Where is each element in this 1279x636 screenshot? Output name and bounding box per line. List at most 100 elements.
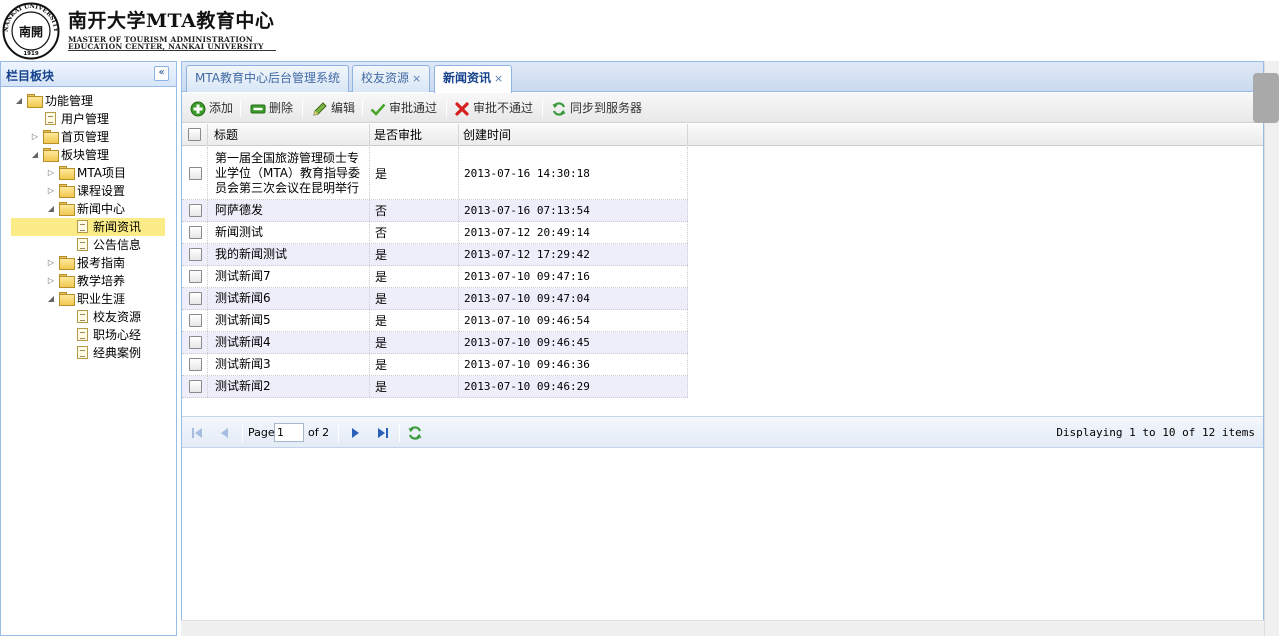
toolbar-separator [302, 99, 303, 117]
table-row[interactable]: 新闻测试否 2013-07-12 20:49:14 [182, 222, 688, 244]
column-header-title[interactable]: 标题 [208, 124, 370, 146]
tree-node[interactable]: ◢ 职业生涯 [1, 290, 176, 308]
table-row[interactable]: 测试新闻5 是 2013-07-10 09:46:54 [182, 310, 688, 332]
delete-button[interactable]: 删除 [250, 98, 293, 118]
reject-button[interactable]: 审批不通过 [454, 98, 533, 118]
university-seal-logo: NANKAI UNIVERSITY 南開 1919 [2, 2, 60, 60]
table-row[interactable]: 第一届全国旅游管理硕士专业学位（MTA）教育指导委员会第三次会议在昆明举行是 20… [182, 147, 688, 200]
cell-created: 2013-07-12 17:29:42 [459, 244, 688, 265]
pagination-summary: Displaying 1 to 10 of 12 items [1056, 426, 1255, 439]
cell-approved: 否 [370, 222, 459, 243]
table-row[interactable]: 测试新闻3 是 2013-07-10 09:46:36 [182, 354, 688, 376]
tree-node[interactable]: 职场心经 [1, 326, 176, 344]
row-checkbox[interactable] [189, 314, 202, 327]
horizontal-scrollbar[interactable] [181, 620, 1264, 636]
folder-open-icon [43, 148, 59, 162]
expand-arrow-icon[interactable]: ◢ [47, 200, 55, 218]
collapse-panel-button[interactable]: « [154, 66, 169, 81]
collapsed-arrow-icon[interactable]: ▷ [47, 164, 55, 182]
collapsed-arrow-icon[interactable]: ▷ [47, 272, 55, 290]
tree-node[interactable]: ▷ MTA项目 [1, 164, 176, 182]
tree-node[interactable]: ◢ 新闻中心 [1, 200, 176, 218]
tree-node[interactable]: 校友资源 [1, 308, 176, 326]
expand-arrow-icon[interactable]: ◢ [15, 92, 23, 110]
tree-node[interactable]: 经典案例 [1, 344, 176, 362]
table-row[interactable]: 测试新闻6 是 2013-07-10 09:47:04 [182, 288, 688, 310]
page-number-input[interactable]: 1 [274, 423, 304, 442]
table-row[interactable]: 测试新闻2 是 2013-07-10 09:46:29 [182, 376, 688, 398]
close-tab-icon[interactable]: × [494, 72, 503, 85]
row-checkbox[interactable] [189, 336, 202, 349]
tab-admin-system[interactable]: MTA教育中心后台管理系统 [186, 65, 349, 92]
collapsed-arrow-icon[interactable]: ▷ [47, 254, 55, 272]
vertical-scrollbar[interactable] [1264, 61, 1279, 636]
folder-open-icon [27, 94, 43, 108]
table-row[interactable]: 测试新闻7 是 2013-07-10 09:47:16 [182, 266, 688, 288]
svg-text:1919: 1919 [23, 51, 38, 57]
tab-news[interactable]: 新闻资讯 × [434, 65, 513, 93]
expand-arrow-icon[interactable]: ◢ [47, 290, 55, 308]
cell-created: 2013-07-10 09:46:54 [459, 310, 688, 331]
next-page-icon[interactable] [347, 425, 363, 441]
refresh-icon[interactable] [407, 425, 423, 441]
tree-node[interactable]: ▷ 教学培养 [1, 272, 176, 290]
tree-node-label: 新闻中心 [77, 202, 126, 216]
tab-alumni-resources[interactable]: 校友资源 × [352, 65, 431, 92]
tree-node[interactable]: ◢ 功能管理 [1, 92, 176, 110]
tree-node-label: 教学培养 [77, 274, 126, 288]
tree-node[interactable]: 新闻资讯 [11, 218, 165, 236]
add-button[interactable]: 添加 [190, 98, 233, 118]
row-checkbox[interactable] [189, 270, 202, 283]
add-icon [190, 101, 206, 116]
row-checkbox[interactable] [189, 204, 202, 217]
cell-created: 2013-07-10 09:46:36 [459, 354, 688, 375]
cell-title: 第一届全国旅游管理硕士专业学位（MTA）教育指导委员会第三次会议在昆明举行 [208, 147, 370, 199]
row-checkbox[interactable] [189, 248, 202, 261]
pagination-bar: Page 1 of 2 Displaying 1 to 10 of 12 ite… [182, 416, 1263, 448]
row-checkbox[interactable] [189, 166, 202, 180]
tree-node-label: 经典案例 [93, 346, 142, 360]
tree-node[interactable]: ▷ 报考指南 [1, 254, 176, 272]
row-checkbox[interactable] [189, 358, 202, 371]
tree-node[interactable]: 公告信息 [1, 236, 176, 254]
row-checkbox[interactable] [189, 292, 202, 305]
tree-node[interactable]: 用户管理 [1, 110, 176, 128]
cell-approved: 否 [370, 200, 459, 221]
pager-separator [399, 424, 400, 442]
expand-arrow-icon[interactable]: ◢ [31, 146, 39, 164]
row-checkbox[interactable] [189, 226, 202, 239]
collapsed-arrow-icon[interactable]: ▷ [47, 182, 55, 200]
approve-button-label: 审批通过 [389, 101, 438, 115]
cell-title: 测试新闻7 [208, 266, 370, 287]
tree-node-label: 课程设置 [77, 184, 126, 198]
column-header-approved[interactable]: 是否审批 [370, 124, 459, 146]
first-page-icon[interactable] [189, 425, 205, 441]
app-subtitle-line2: EDUCATION CENTER, NANKAI UNIVERSITY [68, 42, 264, 51]
previous-page-icon[interactable] [217, 425, 233, 441]
tree-node[interactable]: ▷ 课程设置 [1, 182, 176, 200]
side-tab-handle[interactable] [1253, 73, 1279, 123]
row-select-cell [182, 266, 208, 287]
cell-approved: 是 [370, 354, 459, 375]
close-tab-icon[interactable]: × [412, 72, 421, 85]
cell-created: 2013-07-10 09:46:45 [459, 332, 688, 353]
table-row[interactable]: 阿萨德发否 2013-07-16 07:13:54 [182, 200, 688, 222]
table-row[interactable]: 测试新闻4 是 2013-07-10 09:46:45 [182, 332, 688, 354]
document-icon [75, 328, 90, 341]
last-page-icon[interactable] [375, 425, 391, 441]
west-panel: 栏目板块 « ◢ 功能管理 用户管理 ▷ 首页管理 ◢ 板块管理 ▷ MTA项目 ▷ 课程设置 ◢ 新闻… [0, 61, 177, 636]
select-all-checkbox[interactable] [188, 128, 201, 141]
collapsed-arrow-icon[interactable]: ▷ [31, 128, 39, 146]
toolbar-separator [240, 99, 241, 117]
edit-button-label: 编辑 [331, 101, 356, 115]
pencil-icon [313, 101, 327, 116]
tree-node[interactable]: ◢ 板块管理 [1, 146, 176, 164]
tree-node[interactable]: ▷ 首页管理 [1, 128, 176, 146]
approve-button[interactable]: 审批通过 [370, 98, 437, 118]
cell-approved: 是 [370, 266, 459, 287]
table-row[interactable]: 我的新闻测试是 2013-07-12 17:29:42 [182, 244, 688, 266]
row-checkbox[interactable] [189, 380, 202, 393]
sync-button[interactable]: 同步到服务器 [551, 98, 642, 118]
column-header-created[interactable]: 创建时间 [459, 124, 688, 146]
edit-button[interactable]: 编辑 [312, 98, 355, 118]
